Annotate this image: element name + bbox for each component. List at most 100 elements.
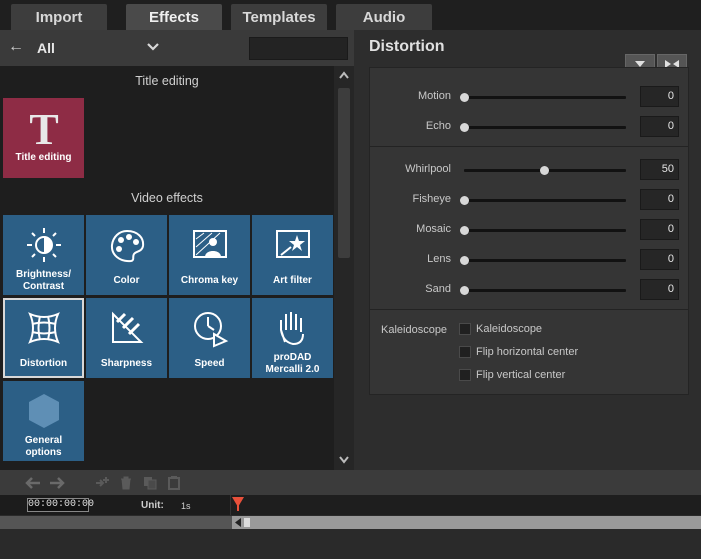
redo-icon[interactable] (49, 475, 65, 491)
param-label: Lens (427, 253, 451, 265)
flip-horizontal-center-checkbox[interactable]: Flip horizontal center (459, 345, 659, 361)
tab-audio[interactable]: Audio (336, 4, 432, 30)
effect-tile-speed[interactable]: Speed (169, 298, 250, 378)
tile-label: Brightness/ Contrast (15, 269, 71, 292)
scroll-down-icon[interactable] (339, 456, 349, 464)
sand-value-field[interactable]: 0 (640, 279, 679, 300)
distortion-grid-icon (22, 306, 66, 350)
tile-label: Chroma key (180, 275, 239, 286)
parameter-list: Motion 0 Echo 0 Whirlpool 50 Fisheye 0 M… (369, 67, 689, 395)
undo-icon[interactable] (25, 475, 41, 491)
panel-title: Distortion (369, 38, 445, 55)
paste-icon[interactable] (166, 475, 182, 491)
timeline-toolbar (0, 470, 701, 495)
effect-tile-sharpness[interactable]: Sharpness (86, 298, 167, 378)
effect-tile-distortion[interactable]: Distortion (3, 298, 84, 378)
insert-icon[interactable] (94, 475, 110, 491)
slider-knob[interactable] (460, 93, 469, 102)
scroll-up-icon[interactable] (339, 71, 349, 79)
echo-value-field[interactable]: 0 (640, 116, 679, 137)
motion-slider[interactable] (464, 96, 626, 99)
slider-knob[interactable] (460, 226, 469, 235)
speed-clock-icon (188, 306, 232, 350)
effect-tile-art-filter[interactable]: Art filter (252, 215, 333, 295)
param-label: Sand (425, 283, 451, 295)
param-label: Whirlpool (405, 163, 451, 175)
tab-bar: Import Effects Templates Audio (0, 0, 701, 30)
param-row-whirlpool: Whirlpool 50 (370, 158, 690, 182)
scroll-left-icon[interactable] (234, 518, 242, 527)
slider-knob[interactable] (460, 123, 469, 132)
divider (370, 309, 688, 310)
tile-label: Distortion (19, 358, 68, 369)
tab-templates[interactable]: Templates (231, 4, 327, 30)
effect-tile-mercalli[interactable]: proDAD Mercalli 2.0 (252, 298, 333, 378)
divider (370, 146, 688, 147)
back-arrow-icon[interactable]: ← (8, 38, 24, 56)
sharpness-icon (105, 306, 149, 350)
tile-label: General options (24, 435, 63, 458)
section-title-title-editing: Title editing (135, 74, 199, 88)
color-palette-icon (105, 223, 149, 267)
checkbox-box[interactable] (459, 323, 471, 335)
param-row-lens: Lens 0 (370, 248, 690, 272)
ruler-track[interactable] (230, 495, 701, 515)
param-row-echo: Echo 0 (370, 115, 690, 139)
delete-icon[interactable] (118, 475, 134, 491)
svg-text:T: T (29, 106, 58, 150)
param-label: Motion (417, 90, 451, 102)
timecode-display[interactable]: 00:00:00:00 (27, 498, 94, 512)
chevron-down-icon[interactable] (146, 40, 160, 54)
browser-header: ← All (0, 30, 354, 66)
mosaic-value-field[interactable]: 0 (640, 219, 679, 240)
sand-slider[interactable] (464, 289, 626, 292)
slider-knob[interactable] (460, 196, 469, 205)
tile-label: proDAD Mercalli 2.0 (265, 352, 320, 375)
playhead-marker-icon[interactable] (232, 497, 244, 511)
checkbox-box[interactable] (459, 346, 471, 358)
motion-value-field[interactable]: 0 (640, 86, 679, 107)
tab-effects[interactable]: Effects (126, 4, 222, 30)
timeline-area: 00:00:00:00 Unit: 1s (0, 470, 701, 559)
echo-slider[interactable] (464, 126, 626, 129)
slider-knob[interactable] (460, 286, 469, 295)
timeline-ruler: 00:00:00:00 Unit: 1s (0, 495, 701, 515)
lens-slider[interactable] (464, 259, 626, 262)
copy-icon[interactable] (142, 475, 158, 491)
scrollbar-thumb[interactable] (338, 88, 350, 258)
fisheye-slider[interactable] (464, 199, 626, 202)
tab-import[interactable]: Import (11, 4, 107, 30)
mercalli-hand-icon (271, 306, 315, 350)
effect-tile-brightness-contrast[interactable]: Brightness/ Contrast (3, 215, 84, 295)
flip-vertical-center-checkbox[interactable]: Flip vertical center (459, 368, 659, 384)
effect-tile-chroma-key[interactable]: Chroma key (169, 215, 250, 295)
slider-knob[interactable] (540, 166, 549, 175)
general-hexagon-icon (22, 389, 66, 433)
effect-properties-panel: Distortion Motion 0 Echo 0 Whirlpool 50 (354, 30, 701, 470)
mosaic-slider[interactable] (464, 229, 626, 232)
tile-label: Title editing (15, 152, 72, 163)
lens-value-field[interactable]: 0 (640, 249, 679, 270)
brightness-sun-icon (22, 223, 66, 267)
timeline-scrollbar[interactable] (0, 516, 701, 529)
unit-value[interactable]: 1s (181, 501, 191, 511)
effects-browser: ← All Title editing T Title editing Vide… (0, 30, 354, 470)
scroll-track[interactable] (232, 516, 701, 529)
effect-tile-title-editing[interactable]: T Title editing (3, 98, 84, 178)
checkbox-label: Kaleidoscope (476, 323, 543, 335)
search-input[interactable] (249, 37, 348, 60)
slider-knob[interactable] (460, 256, 469, 265)
category-dropdown-value[interactable]: All (37, 40, 55, 56)
fisheye-value-field[interactable]: 0 (640, 189, 679, 210)
effect-tile-general-options[interactable]: General options (3, 381, 84, 461)
chroma-key-icon (188, 223, 232, 267)
param-label: Fisheye (412, 193, 451, 205)
scroll-thumb[interactable] (244, 518, 250, 527)
tile-label: Color (113, 275, 140, 286)
title-t-icon: T (22, 106, 66, 150)
kaleidoscope-checkbox[interactable]: Kaleidoscope (459, 322, 659, 338)
effect-tile-color[interactable]: Color (86, 215, 167, 295)
effects-scrollbar[interactable] (334, 66, 354, 470)
checkbox-box[interactable] (459, 369, 471, 381)
whirlpool-value-field[interactable]: 50 (640, 159, 679, 180)
